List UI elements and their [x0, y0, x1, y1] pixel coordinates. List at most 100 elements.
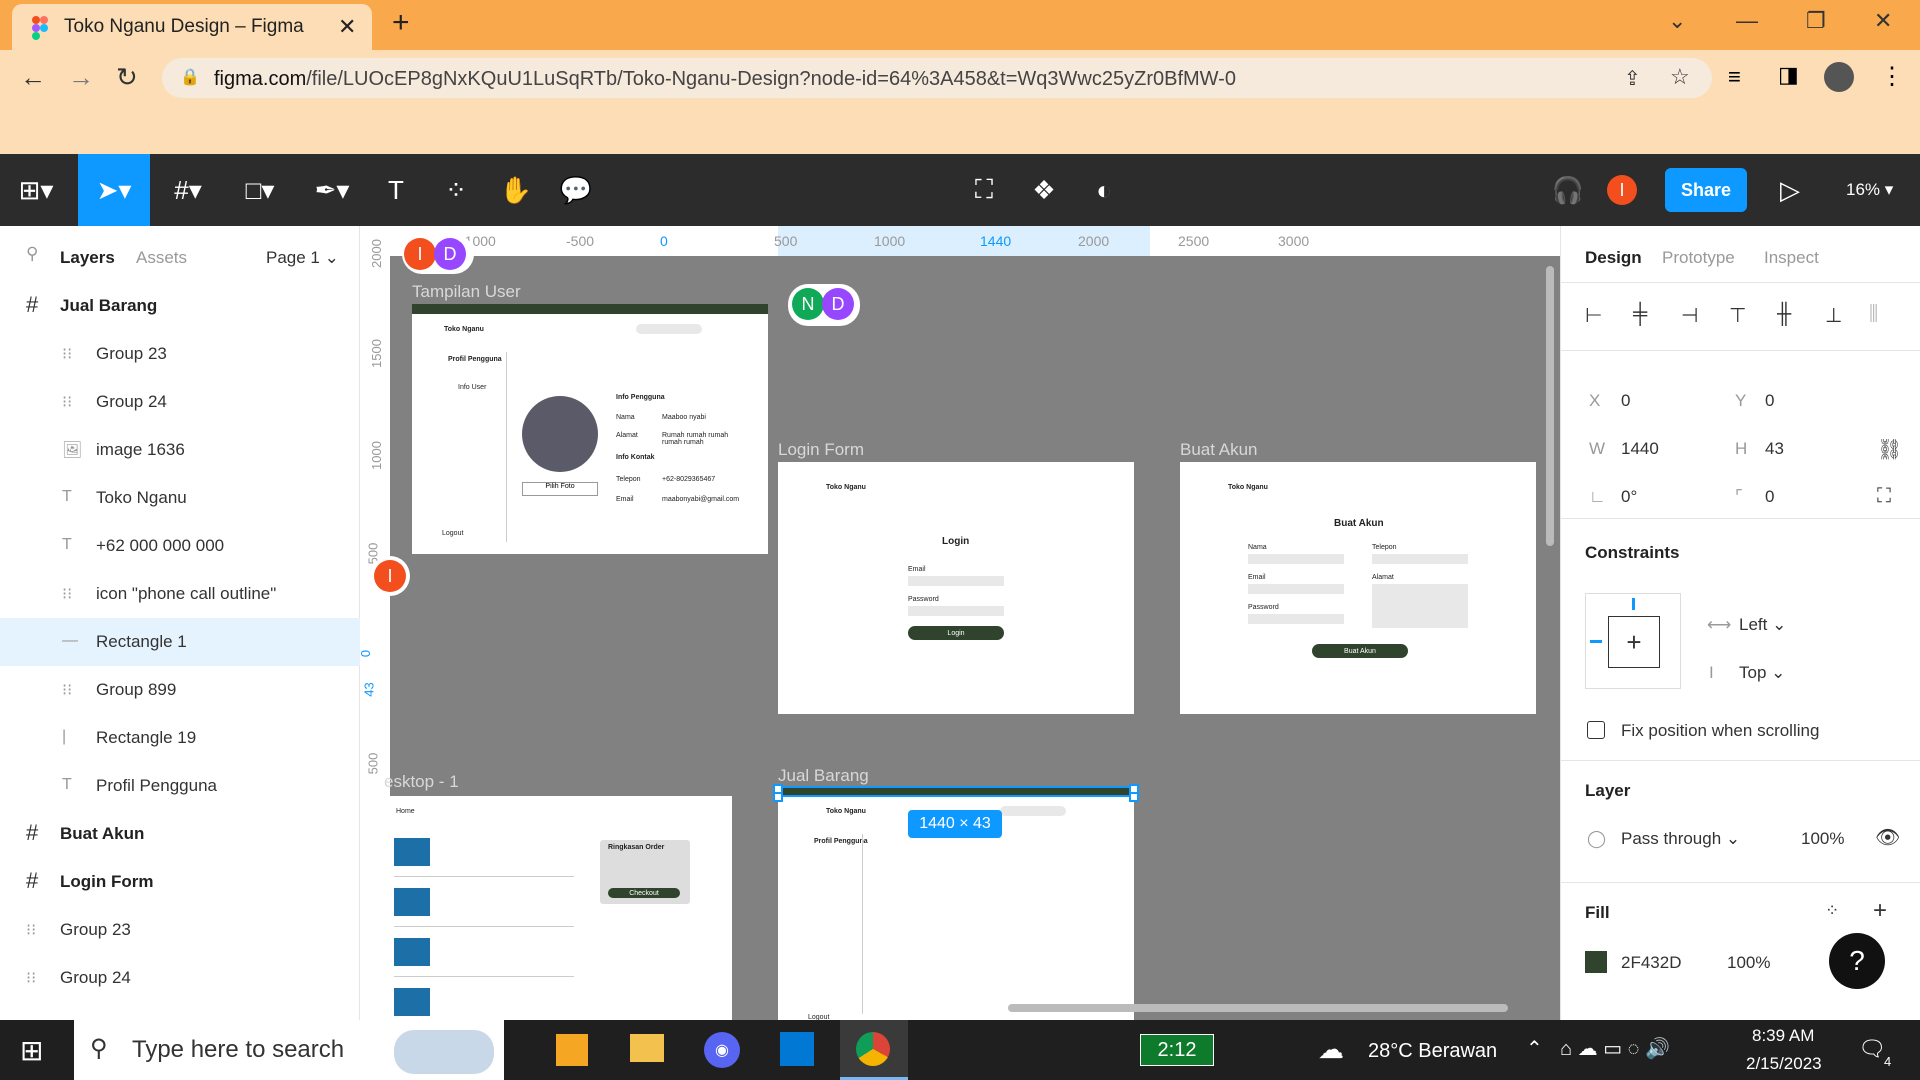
file-explorer-icon[interactable]: [630, 1034, 664, 1062]
w-input[interactable]: 1440: [1621, 439, 1659, 459]
tab-search-chevron-icon[interactable]: ⌄: [1668, 8, 1686, 34]
layer-row[interactable]: # Buat Akun: [0, 810, 360, 858]
share-page-icon[interactable]: ⇪: [1624, 66, 1641, 91]
back-icon[interactable]: ←: [20, 62, 46, 93]
search-icon[interactable]: ⚲: [26, 244, 38, 264]
clock-date[interactable]: 2/15/2023: [1746, 1054, 1822, 1074]
align-left-icon[interactable]: ⊢: [1585, 303, 1602, 328]
collaborator-pill[interactable]: I: [370, 556, 410, 596]
mask-icon[interactable]: ◐: [1076, 154, 1132, 226]
frame-label-login-form[interactable]: Login Form: [778, 440, 864, 460]
x-input[interactable]: 0: [1621, 391, 1630, 411]
timer-widget[interactable]: 2:12: [1140, 1034, 1214, 1066]
comment-tool-icon[interactable]: 💬: [548, 154, 604, 226]
frame-label-jual-barang[interactable]: Jual Barang: [778, 766, 869, 786]
add-fill-icon[interactable]: +: [1873, 897, 1887, 925]
tab-inspect[interactable]: Inspect: [1764, 248, 1819, 268]
frame-label-tampilan-user[interactable]: Tampilan User: [412, 282, 521, 302]
minimize-icon[interactable]: —: [1736, 8, 1758, 34]
pen-tool-icon[interactable]: ✒▾: [304, 154, 360, 226]
fix-position-checkbox[interactable]: [1587, 721, 1605, 739]
weather-text[interactable]: 28°C Berawan: [1368, 1040, 1497, 1063]
y-input[interactable]: 0: [1765, 391, 1774, 411]
collaborator-avatar[interactable]: I: [374, 560, 406, 592]
constraints-widget[interactable]: +: [1585, 593, 1681, 689]
independent-corners-icon[interactable]: ⛶: [1877, 485, 1891, 508]
align-right-icon[interactable]: ⊣: [1681, 303, 1698, 328]
frame-label-buat-akun[interactable]: Buat Akun: [1180, 440, 1258, 460]
constraint-left-marker[interactable]: [1590, 640, 1602, 643]
align-center-h-icon[interactable]: ╪: [1633, 303, 1647, 326]
tray-icons[interactable]: ⌂ ☁ ▭ ◌ 🔊: [1560, 1036, 1670, 1061]
tab-prototype[interactable]: Prototype: [1662, 248, 1735, 268]
fill-opacity[interactable]: 100%: [1727, 953, 1770, 973]
constraint-top-marker[interactable]: [1632, 598, 1635, 610]
present-icon[interactable]: ▷: [1762, 154, 1818, 226]
notification-icon[interactable]: 🗨: [1858, 1036, 1886, 1062]
layer-row[interactable]: T Toko Nganu: [0, 474, 360, 522]
address-bar[interactable]: 🔒 figma.com/file/LUOcEP8gNxKQuU1LuSqRTb/…: [162, 58, 1712, 98]
canvas[interactable]: -1000 -500 0 500 1000 1440 2000 2500 3000 2000 15…: [360, 226, 1560, 1020]
clock-time[interactable]: 8:39 AM: [1752, 1026, 1814, 1046]
window-close-icon[interactable]: ✕: [1874, 8, 1892, 34]
tray-chevron-icon[interactable]: ⌃: [1526, 1036, 1543, 1061]
resize-handle[interactable]: [773, 792, 783, 802]
page-selector[interactable]: Page 1 ⌄: [266, 248, 339, 268]
layer-row[interactable]: ⁝⁝ Group 24: [0, 954, 360, 1002]
fill-hex[interactable]: 2F432D: [1621, 953, 1681, 973]
discord-icon[interactable]: ◉: [704, 1032, 740, 1068]
constrain-proportions-icon[interactable]: ⛓: [1877, 437, 1902, 462]
layer-row[interactable]: T Profil Pengguna: [0, 762, 360, 810]
distribute-icon[interactable]: ⫼: [1869, 303, 1878, 326]
collaborator-pill[interactable]: I D: [402, 234, 474, 274]
chrome-taskbar-button[interactable]: [840, 1020, 908, 1080]
crop-icon[interactable]: ⛶: [956, 154, 1012, 226]
bookmark-star-icon[interactable]: ☆: [1670, 64, 1690, 90]
tab-design[interactable]: Design: [1585, 248, 1642, 268]
layer-row[interactable]: ⁝⁝ icon "phone call outline": [0, 570, 360, 618]
collaborator-avatar[interactable]: N: [792, 288, 824, 320]
layer-row[interactable]: — Rectangle 1: [0, 618, 360, 666]
share-button[interactable]: Share: [1665, 168, 1747, 212]
component-icon[interactable]: ❖: [1016, 154, 1072, 226]
new-tab-icon[interactable]: +: [392, 6, 410, 40]
vertical-constraint-select[interactable]: Top ⌄: [1739, 663, 1785, 683]
visibility-eye-icon[interactable]: 👁: [1875, 825, 1900, 850]
layer-row[interactable]: # Jual Barang: [0, 282, 360, 330]
collaborator-pill[interactable]: N D: [788, 284, 860, 326]
collaborator-avatar[interactable]: D: [822, 288, 854, 320]
vscode-icon[interactable]: [780, 1032, 814, 1066]
close-tab-icon[interactable]: ✕: [338, 14, 356, 40]
help-button[interactable]: ?: [1829, 933, 1885, 989]
tab-layers[interactable]: Layers: [60, 248, 115, 268]
tab-assets[interactable]: Assets: [136, 248, 187, 268]
profile-avatar[interactable]: [1824, 62, 1854, 92]
taskbar-search[interactable]: ⚲ Type here to search: [74, 1020, 504, 1080]
media-control-icon[interactable]: ≡: [1728, 64, 1741, 90]
layer-row[interactable]: ⁝⁝ Group 23: [0, 906, 360, 954]
main-menu-icon[interactable]: ⊞▾: [8, 154, 64, 226]
shape-tool-icon[interactable]: □▾: [232, 154, 288, 226]
text-tool-icon[interactable]: T: [368, 154, 424, 226]
layer-row[interactable]: ⁝⁝ Group 24: [0, 378, 360, 426]
radius-input[interactable]: 0: [1765, 487, 1774, 507]
user-avatar[interactable]: I: [1607, 175, 1637, 205]
microsoft-store-icon[interactable]: [556, 1034, 588, 1066]
layer-row[interactable]: T +62 000 000 000: [0, 522, 360, 570]
selected-rectangle-1[interactable]: [776, 786, 1136, 797]
resources-icon[interactable]: ⁘: [428, 154, 484, 226]
rotation-input[interactable]: 0°: [1621, 487, 1637, 507]
hand-tool-icon[interactable]: ✋: [488, 154, 544, 226]
resize-handle[interactable]: [1129, 792, 1139, 802]
fill-swatch[interactable]: [1585, 951, 1607, 973]
collaborator-avatar[interactable]: D: [434, 238, 466, 270]
align-bottom-icon[interactable]: ⊥: [1825, 303, 1842, 328]
frame-label-desktop[interactable]: esktop - 1: [384, 772, 459, 792]
windows-start-icon[interactable]: ⊞: [20, 1034, 43, 1067]
horizontal-scrollbar[interactable]: [1008, 1004, 1508, 1012]
frame-tampilan-user[interactable]: Toko Nganu Profil Pengguna Info User Pil…: [412, 304, 768, 554]
frame-login-form[interactable]: Toko Nganu Login Email Password Login: [778, 462, 1134, 714]
horizontal-constraint-select[interactable]: Left ⌄: [1739, 615, 1786, 635]
frame-desktop[interactable]: Home Ringkasan Order Checkout: [384, 796, 732, 1020]
side-panel-icon[interactable]: ◨: [1778, 62, 1799, 88]
